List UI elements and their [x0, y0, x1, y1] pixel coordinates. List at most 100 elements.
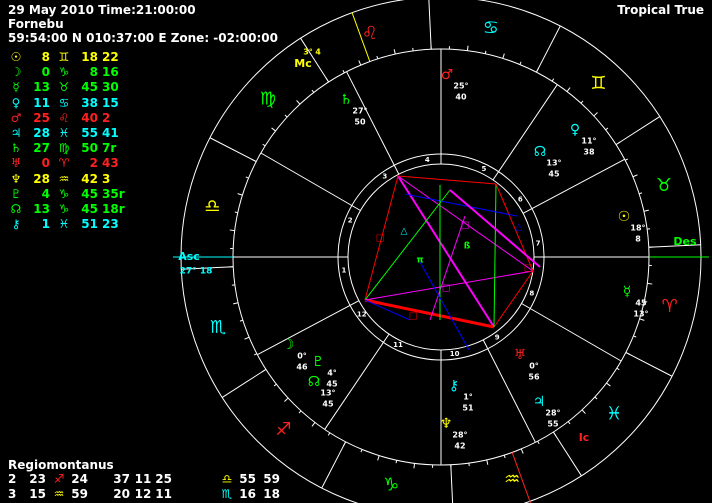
inner-ring	[347, 163, 535, 351]
house-number: 8	[529, 290, 534, 298]
planet-glyph-icon: ☊	[308, 374, 320, 390]
zodiac-sign-icon: ♈	[662, 296, 678, 317]
degree-tick	[342, 441, 347, 447]
degree-tick	[581, 409, 586, 414]
aspect-glyph-icon: □	[376, 234, 385, 244]
planet-glyph-icon: ☉	[618, 209, 631, 225]
zodiac-sign-icon: ♌	[362, 23, 378, 44]
degree-tick	[273, 383, 277, 387]
degree-tick	[327, 432, 331, 436]
degree-tick	[233, 302, 239, 305]
mc-degree: 3°	[303, 48, 313, 57]
aspect-glyph-icon: □	[524, 264, 533, 274]
degree-tick	[647, 282, 653, 285]
degree-tick	[284, 397, 289, 402]
degree-tick	[519, 61, 522, 65]
zodiac-sign-icon: ♋	[483, 17, 499, 38]
asc-position: 27° 18	[180, 267, 213, 277]
zodiac-sign-icon: ♉	[656, 175, 672, 196]
planet-minute-label: 45	[326, 380, 338, 389]
degree-tick	[643, 209, 649, 212]
planet-minute-label: 38	[583, 148, 595, 157]
degree-tick	[251, 158, 257, 163]
ic-label: Ic	[579, 431, 590, 444]
planet-minute-label: 40	[455, 93, 467, 102]
sign-boundary-line	[428, 0, 432, 50]
degree-tick	[244, 336, 250, 340]
degree-tick	[376, 55, 379, 59]
degree-tick	[594, 396, 598, 400]
degree-tick	[234, 211, 238, 214]
degree-tick	[298, 410, 302, 414]
degree-tick	[466, 45, 469, 51]
degree-tick	[262, 143, 266, 147]
house-number: 3	[382, 173, 387, 181]
degree-tick	[639, 192, 643, 195]
zodiac-sign-icon: ♎	[204, 196, 220, 217]
degree-tick	[271, 127, 276, 132]
degree-tick	[615, 141, 621, 146]
planet-glyph-icon: ♄	[340, 92, 353, 108]
planet-degree-label: 11°	[581, 137, 596, 146]
planet-degree-label: 0°	[297, 352, 307, 361]
planet-minute-label: 46	[296, 363, 308, 372]
degree-tick	[393, 49, 396, 55]
degree-tick	[253, 353, 258, 356]
planet-degree-label: 13°	[546, 159, 561, 168]
planet-glyph-icon: ☽	[282, 337, 295, 353]
aspect-glyph-icon: π	[416, 256, 423, 266]
aspect-line	[364, 299, 411, 321]
planet-glyph-icon: ♂	[441, 67, 454, 83]
degree-tick	[551, 78, 555, 82]
degree-tick	[484, 50, 487, 54]
degree-tick	[593, 112, 598, 117]
planet-glyph-icon: ♅	[514, 347, 527, 363]
sign-boundary-line	[535, 25, 561, 73]
sign-boundary-line	[615, 116, 661, 146]
degree-tick	[502, 53, 505, 59]
house-cusp-line	[257, 300, 360, 356]
planet-minute-label: 55	[547, 420, 559, 429]
aspect-glyph-icon: □	[409, 312, 418, 322]
degree-tick	[311, 89, 315, 93]
degree-tick	[358, 60, 362, 66]
degree-tick	[605, 127, 609, 131]
sign-boundary-line	[221, 368, 267, 398]
aspect-glyph-icon: □	[461, 221, 470, 231]
degree-tick	[413, 463, 416, 469]
degree-tick	[639, 318, 645, 321]
planet-degree-label: 45	[635, 299, 647, 308]
degree-tick	[395, 460, 398, 464]
planet-minute-label: 45	[548, 170, 560, 179]
degree-tick	[342, 69, 345, 74]
house-cusp-line	[521, 303, 622, 362]
house-number: 6	[518, 195, 523, 203]
degree-tick	[625, 351, 631, 356]
house-number: 11	[393, 341, 403, 349]
planet-glyph-icon: ♀	[570, 122, 580, 138]
degree-tick	[567, 421, 571, 425]
sign-boundary-line	[625, 351, 673, 377]
degree-tick	[261, 368, 267, 373]
planet-degree-label: 27°	[352, 107, 367, 116]
house-number: 4	[425, 156, 430, 164]
degree-tick	[633, 335, 637, 338]
asc-label: Asc	[178, 250, 200, 263]
degree-tick	[486, 459, 489, 465]
aspect-line	[397, 175, 497, 185]
planet-glyph-icon: ♆	[440, 416, 453, 432]
planet-degree-label: 18°	[630, 224, 645, 233]
aspect-glyph-icon: □	[442, 284, 451, 294]
aspect-line	[397, 175, 495, 328]
planet-minute-label: 13°	[633, 310, 648, 319]
aspect-glyph-icon: ß	[464, 242, 471, 252]
planet-glyph-icon: ☿	[623, 284, 632, 300]
degree-tick	[537, 440, 540, 445]
aspect-line	[493, 183, 497, 328]
sign-boundary-line	[209, 137, 257, 163]
planet-degree-label: 13°	[320, 389, 335, 398]
degree-tick	[284, 114, 288, 118]
degree-tick	[245, 176, 249, 179]
planet-degree-label: 1°	[463, 393, 473, 402]
planet-degree-label: 0°	[529, 362, 539, 371]
